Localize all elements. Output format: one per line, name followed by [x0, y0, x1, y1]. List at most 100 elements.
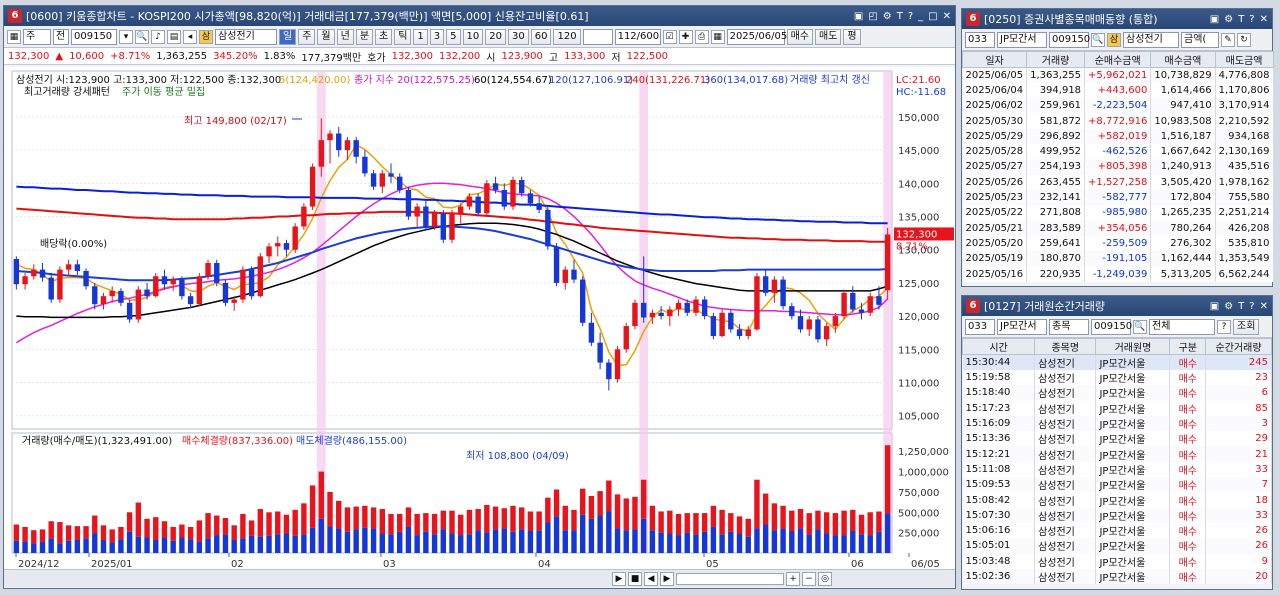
broker-trend-titlebar[interactable]: 6 [0250] 증권사별종목매매동향 (통합) ▣ ⚙ T? ✕ — [962, 9, 1272, 29]
interval-20-button[interactable]: 20 — [485, 28, 507, 45]
price-chart[interactable]: 150,000145,000140,000135,000130,000125,0… — [4, 67, 955, 587]
table-row[interactable]: 15:09:53 삼성전기 JP모간서울 매수 7 — [962, 477, 1272, 493]
settings-icon[interactable]: ⚙ — [1224, 301, 1233, 312]
maximize-icon[interactable]: □ — [928, 11, 937, 22]
interval-1-button[interactable]: 1 — [413, 28, 428, 45]
table-row[interactable]: 15:08:42 삼성전기 JP모간서울 매수 18 — [962, 492, 1272, 508]
buy-button[interactable]: 매수 — [786, 28, 813, 45]
instant-header-1[interactable]: 종목명 — [1034, 338, 1097, 355]
table-row[interactable]: 15:18:40 삼성전기 JP모간서울 매수 6 — [962, 385, 1272, 401]
search-icon[interactable]: 🔍 — [1091, 32, 1105, 47]
interval-10-button[interactable]: 10 — [462, 28, 484, 45]
help-icon[interactable]: ? — [1249, 14, 1254, 25]
table-row[interactable]: 15:16:09 삼성전기 JP모간서울 매수 3 — [962, 415, 1272, 432]
minimize-icon[interactable]: _ — [918, 11, 923, 22]
table-row[interactable]: 2025/05/26 263,455 +1,527,258 3,505,420 1,97… — [962, 174, 1274, 190]
trend-header-2[interactable]: 순매수금액 — [1084, 51, 1152, 68]
interval-30-button[interactable]: 30 — [508, 28, 529, 45]
table-row[interactable]: 2025/05/20 259,641 -259,509 276,302 535,810 — [962, 235, 1274, 252]
count-input[interactable]: 112/600 — [614, 28, 661, 45]
stock-code-input[interactable]: 009150 — [71, 28, 117, 45]
table-row[interactable]: 15:13:36 삼성전기 JP모간서울 매수 29 — [962, 431, 1272, 447]
refresh-icon[interactable]: ↻ — [1237, 32, 1251, 47]
stop-icon[interactable]: ■ — [628, 571, 642, 586]
scroll-track[interactable] — [676, 572, 784, 585]
period-second-button[interactable]: 초 — [375, 28, 393, 45]
table-row[interactable]: 15:02:36 삼성전기 JP모간서울 매수 20 — [962, 568, 1272, 585]
chart-scrollbar[interactable]: ▶ ■ ◀ ▶ + − ◎ — [4, 569, 955, 587]
close-icon[interactable]: ✕ — [1260, 301, 1268, 312]
table-row[interactable]: 15:12:21 삼성전기 JP모간서울 매수 21 — [962, 446, 1272, 462]
interval-3-button[interactable]: 3 — [429, 28, 445, 45]
table-row[interactable]: 15:03:48 삼성전기 JP모간서울 매수 9 — [962, 553, 1272, 569]
table-row[interactable]: 15:06:16 삼성전기 JP모간서울 매수 26 — [962, 522, 1272, 539]
link-icon[interactable]: ▣ — [1210, 14, 1219, 25]
link-icon[interactable]: ▣ — [1210, 301, 1219, 312]
table-row[interactable]: 2025/05/19 180,870 -191,105 1,162,444 1,353,… — [962, 251, 1274, 267]
table-row[interactable]: 2025/05/30 581,872 +8,772,916 10,983,508 2,2… — [962, 113, 1274, 129]
interval-60-button[interactable]: 60 — [530, 28, 552, 45]
table-row[interactable]: 15:17:23 삼성전기 JP모간서울 매수 85 — [962, 400, 1272, 416]
broker-name-select[interactable]: JP모간서 — [997, 31, 1047, 48]
settings-icon[interactable]: ⚙ — [1224, 14, 1233, 25]
table-row[interactable]: 2025/05/29 296,892 +582,019 1,516,187 934,16… — [962, 128, 1274, 144]
table-row[interactable]: 2025/05/21 283,589 +354,056 780,264 426,208 — [962, 220, 1274, 236]
table-row[interactable]: 2025/05/23 232,141 -582,777 172,804 755,580 — [962, 189, 1274, 206]
table-row[interactable]: 2025/06/02 259,961 -2,223,504 947,410 3,170,… — [962, 98, 1274, 114]
interval-120-button[interactable]: 120 — [553, 28, 581, 45]
period-month-button[interactable]: 월 — [317, 28, 335, 45]
period-day-button[interactable]: 일 — [279, 28, 297, 45]
instant-header-4[interactable]: 순간거래량 — [1205, 338, 1272, 355]
table-row[interactable]: 2025/06/04 394,918 +443,600 1,614,466 1,170,… — [962, 82, 1274, 99]
type-select[interactable]: 종목 — [1049, 318, 1089, 335]
sell-button[interactable]: 매도 — [814, 28, 842, 45]
close-icon[interactable]: ✕ — [1260, 14, 1268, 25]
setting-icon[interactable]: ✎ — [1221, 32, 1235, 47]
period-tick-button[interactable]: 틱 — [394, 28, 412, 45]
table-row[interactable]: 2025/05/28 499,952 -462,526 1,667,642 2,130,… — [962, 143, 1274, 160]
chart-type-icon[interactable]: ▤ — [167, 29, 181, 44]
settings-icon[interactable]: ⚙ — [883, 11, 892, 22]
period-minute-button[interactable]: 분 — [355, 28, 374, 45]
broker-name-select[interactable]: JP모간서 — [997, 318, 1047, 335]
font-icon[interactable]: T — [897, 11, 903, 22]
crosshair-icon[interactable]: ✚ — [678, 29, 693, 44]
custom-interval-input[interactable] — [582, 28, 613, 45]
table-row[interactable]: 15:07:30 삼성전기 JP모간서울 매수 33 — [962, 507, 1272, 523]
period-week-button[interactable]: 주 — [298, 28, 316, 45]
font-icon[interactable]: T — [1238, 301, 1244, 312]
checkbox-icon[interactable]: ☑ — [662, 29, 677, 44]
stock-code-input[interactable]: 009150 — [1049, 31, 1090, 48]
link-icon[interactable]: ▣ — [854, 11, 863, 22]
trend-header-1[interactable]: 거래량 — [1026, 51, 1086, 68]
trend-header-0[interactable]: 일자 — [961, 51, 1028, 68]
interval-5-button[interactable]: 5 — [446, 28, 461, 45]
table-row[interactable]: 15:05:01 삼성전기 JP모간서울 매수 26 — [962, 538, 1272, 554]
trend-header-4[interactable]: 매도금액 — [1214, 51, 1274, 68]
broker-code-select[interactable]: 033 — [965, 318, 995, 335]
help-icon[interactable]: ? — [1249, 301, 1254, 312]
table-row[interactable]: 2025/05/16 220,935 -1,249,039 5,313,205 6,56… — [962, 266, 1274, 282]
date-input[interactable]: 2025/06/05 — [726, 28, 787, 45]
instant-header-2[interactable]: 거래원명 — [1095, 338, 1171, 355]
help-icon[interactable]: ? — [908, 11, 913, 22]
period-year-button[interactable]: 년 — [336, 28, 354, 45]
save-screen-icon[interactable]: ◰ — [868, 11, 877, 22]
table-row[interactable]: 2025/05/27 254,193 +805,398 1,240,913 435,51… — [962, 159, 1274, 175]
help-icon[interactable]: ? — [1217, 319, 1231, 334]
broker-code-select[interactable]: 033 — [965, 31, 995, 48]
eval-button[interactable]: 평 — [843, 28, 861, 45]
stock-code-input[interactable]: 009150 — [1091, 318, 1132, 335]
filter-select[interactable]: 전체 — [1149, 318, 1215, 335]
prev-stock-icon[interactable]: ◂ — [183, 29, 197, 44]
print-icon[interactable]: ⎙ — [694, 29, 709, 44]
table-row[interactable]: 2025/06/05 1,363,255 +5,962,021 10,738,829 4… — [962, 67, 1274, 83]
query-button[interactable]: 조회 — [1233, 318, 1260, 335]
broker-instant-titlebar[interactable]: 6 [0127] 거래원순간거래량 ▣ ⚙ T? ✕ — [962, 296, 1272, 316]
scope-select[interactable]: 전 — [53, 28, 69, 45]
instant-header-3[interactable]: 구분 — [1169, 338, 1207, 355]
close-icon[interactable]: ✕ — [943, 11, 951, 22]
table-row[interactable]: 15:11:08 삼성전기 JP모간서울 매수 33 — [962, 461, 1272, 478]
calendar-icon[interactable]: ▦ — [710, 29, 725, 44]
table-row[interactable]: 15:30:44 삼성전기 JP모간서울 매수 245 — [962, 354, 1272, 370]
